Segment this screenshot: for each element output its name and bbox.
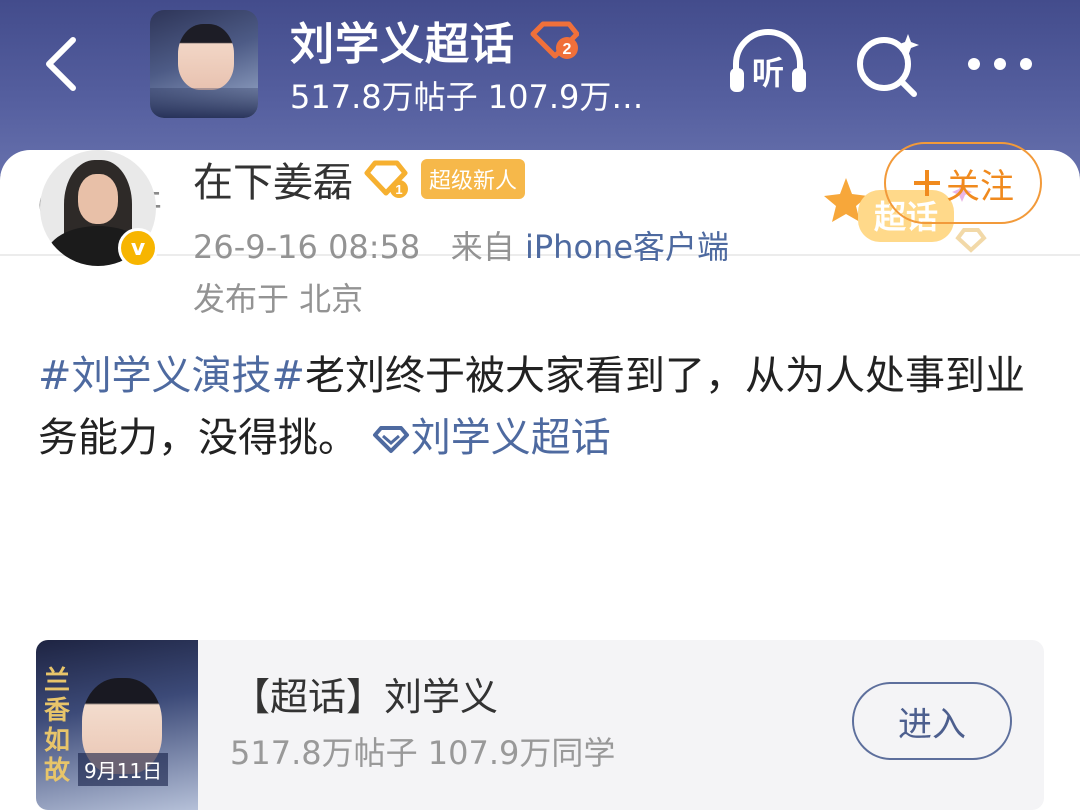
hashtag-link[interactable]: #刘学义演技# <box>38 353 305 399</box>
search-button[interactable] <box>846 22 930 106</box>
back-button[interactable] <box>36 34 86 94</box>
topic-card-stats: 517.8万帖子 107.9万同学 <box>230 734 616 772</box>
post-timestamp: 26-9-16 08:58 <box>193 228 421 266</box>
post-location: 发布于 北京 <box>193 280 364 318</box>
listen-button[interactable]: 听 <box>726 22 810 106</box>
source-prefix: 来自 <box>450 228 515 266</box>
search-icon <box>857 34 919 97</box>
enter-button[interactable]: 进入 <box>852 682 1012 760</box>
author-name[interactable]: 在下姜磊 <box>193 150 353 208</box>
topic-title-row: 刘学义超话 2 <box>290 12 579 70</box>
author-row: 在下姜磊 1 超级新人 <box>193 150 526 208</box>
topic-name: 刘学义超话 <box>290 19 515 70</box>
post-body: #刘学义演技#老刘终于被大家看到了，从为人处事到业务能力，没得挑。 刘学义超话 <box>38 345 1048 469</box>
topic-card-cover: 兰香如故 9月11日 <box>36 640 198 810</box>
listen-icon: 听 <box>730 29 806 92</box>
back-arrow-icon <box>46 37 76 91</box>
verified-badge-icon: v <box>118 228 158 268</box>
cover-text: 兰香如故 <box>44 666 71 786</box>
follow-button[interactable]: 关注 <box>884 142 1042 224</box>
listen-glyph: 听 <box>752 54 784 92</box>
avatar-face <box>78 174 118 224</box>
post-meta: 26-9-16 08:58 来自 iPhone客户端 <box>193 222 729 268</box>
topic-level-number: 2 <box>563 41 572 58</box>
member-level-icon: 1 <box>364 160 408 198</box>
cover-band <box>150 88 258 118</box>
member-tag: 超级新人 <box>421 159 526 199</box>
topic-cover-image[interactable] <box>150 10 258 118</box>
topic-card[interactable]: 兰香如故 9月11日 【超话】刘学义 517.8万帖子 107.9万同学 进入 <box>36 640 1044 810</box>
topic-link[interactable]: 刘学义超话 <box>371 415 611 461</box>
diamond-icon <box>372 426 409 453</box>
topic-stats: 517.8万帖子 107.9万… <box>290 78 644 116</box>
cover-date: 9月11日 <box>78 753 169 786</box>
more-icon <box>968 58 1032 70</box>
topic-card-title: 【超话】刘学义 <box>232 675 499 719</box>
topic-link-text: 刘学义超话 <box>410 415 611 461</box>
member-level-number: 1 <box>395 182 402 197</box>
more-button[interactable] <box>958 22 1042 106</box>
follow-label: 关注 <box>946 166 1014 207</box>
plus-icon <box>914 170 940 196</box>
cover-portrait <box>178 24 234 90</box>
topic-level-badge-icon: 2 <box>530 21 579 59</box>
post-source[interactable]: iPhone客户端 <box>525 228 729 266</box>
